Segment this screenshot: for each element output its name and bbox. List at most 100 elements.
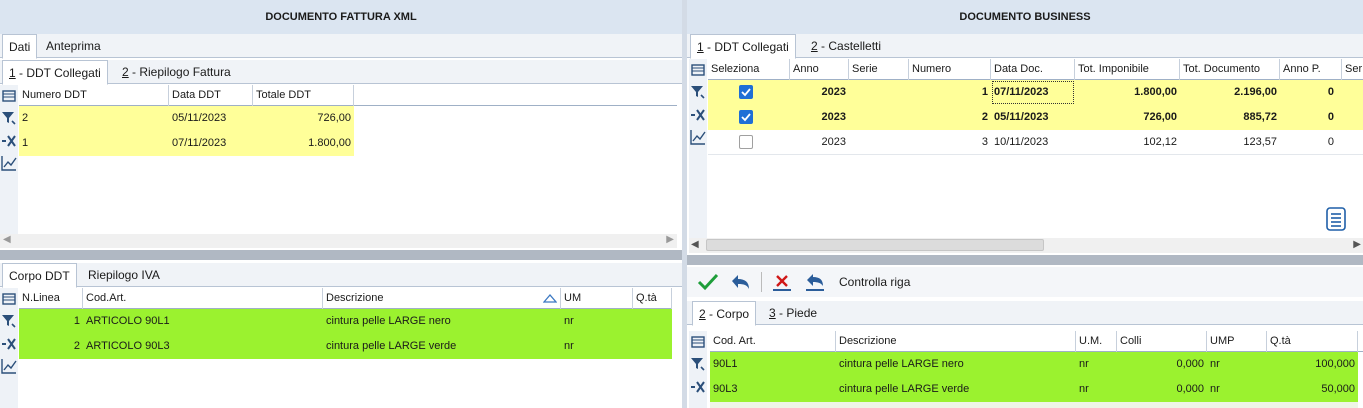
col-qta[interactable]: Q.tà — [1267, 331, 1358, 352]
col-numero[interactable]: Numero — [909, 59, 991, 80]
left-main-tabbar: Dati Anteprima — [0, 34, 682, 59]
cell-cod: 90L3 — [713, 383, 738, 395]
cell-imponibile: 102,12 — [1143, 136, 1177, 148]
col-cod-art[interactable]: Cod.Art. — [83, 288, 323, 309]
clear-filter-icon[interactable] — [1, 133, 17, 149]
tab-ddt-collegati-right[interactable]: 1 - DDT Collegati — [690, 34, 796, 59]
col-cod-art[interactable]: Cod. Art. — [710, 331, 836, 352]
clear-filter-icon[interactable] — [1, 336, 17, 352]
col-um[interactable]: U.M. — [1076, 331, 1117, 352]
filter-icon[interactable] — [1, 313, 17, 329]
table-row[interactable]: 1 ARTICOLO 90L1 cintura pelle LARGE nero… — [19, 309, 672, 334]
table-row[interactable]: 2023 1 07/11/2023 1.800,00 2.196,00 0 — [708, 80, 1363, 105]
left-upper-hscrollbar[interactable]: ◀ ▶ — [0, 234, 677, 248]
tab-riepilogo-fattura[interactable]: 2 - Riepilogo Fattura — [116, 60, 237, 84]
chart-icon[interactable] — [1, 358, 17, 374]
col-n-linea[interactable]: N.Linea — [19, 288, 83, 309]
columns-icon[interactable] — [1, 291, 17, 307]
col-data-doc[interactable]: Data Doc. — [991, 59, 1075, 80]
table-row[interactable]: 90L1 cintura pelle LARGE nero nr 0,000 n… — [710, 352, 1358, 377]
right-upper-hscrollbar[interactable]: ◀ ▶ — [689, 238, 1363, 253]
filter-icon[interactable] — [1, 110, 17, 126]
scroll-right-icon[interactable]: ▶ — [1353, 239, 1361, 250]
col-serie-p[interactable]: Ser — [1342, 59, 1363, 80]
controlla-riga-button[interactable]: Controlla riga — [839, 267, 910, 297]
col-tot-imponibile[interactable]: Tot. Imponibile — [1075, 59, 1180, 80]
cell-anno: 2023 — [821, 86, 846, 98]
filter-icon[interactable] — [690, 84, 706, 100]
col-colli[interactable]: Colli — [1117, 331, 1207, 352]
scroll-right-icon[interactable]: ▶ — [666, 234, 674, 245]
left-splitter[interactable] — [0, 250, 682, 260]
tab-anteprima[interactable]: Anteprima — [40, 34, 107, 58]
tab-castelletti[interactable]: 2 - Castelletti — [805, 34, 887, 58]
tab-ddt-collegati[interactable]: 1 - DDT Collegati — [2, 60, 108, 85]
col-seleziona[interactable]: Seleziona — [708, 59, 790, 80]
columns-icon[interactable] — [690, 62, 706, 78]
confirm-check-icon[interactable] — [697, 272, 719, 292]
tab-riepilogo-iva[interactable]: Riepilogo IVA — [82, 263, 166, 287]
scroll-thumb[interactable] — [706, 239, 1044, 251]
col-descrizione[interactable]: Descrizione — [836, 331, 1076, 352]
col-um[interactable]: UM — [561, 288, 633, 309]
left-panel-title: DOCUMENTO FATTURA XML — [0, 0, 682, 34]
panel-splitter[interactable] — [682, 0, 687, 408]
cell-data[interactable]: 07/11/2023 — [991, 80, 1075, 105]
columns-icon[interactable] — [690, 334, 706, 350]
columns-icon[interactable] — [1, 88, 17, 104]
tab-piede[interactable]: 3 - Piede — [763, 301, 823, 325]
cell-linea: 2 — [73, 340, 80, 352]
clear-filter-icon[interactable] — [690, 107, 706, 123]
sort-asc-icon[interactable] — [543, 293, 557, 303]
cell-cod: ARTICOLO 90L3 — [86, 340, 170, 352]
list-details-icon[interactable] — [1325, 207, 1347, 231]
cell-desc: cintura pelle LARGE verde — [326, 340, 457, 352]
cell-desc: cintura pelle LARGE nero — [839, 358, 964, 370]
scroll-left-icon[interactable]: ◀ — [3, 234, 11, 245]
table-row[interactable]: 2023 3 10/11/2023 102,12 123,57 0 — [708, 130, 1363, 155]
col-numero-ddt[interactable]: Numero DDT — [19, 85, 169, 106]
tab-corpo-ddt[interactable]: Corpo DDT — [2, 263, 77, 288]
cell-documento: 885,72 — [1243, 111, 1277, 123]
left-corpo-grid-header: N.Linea Cod.Art. Descrizione UM Q.tà — [19, 288, 672, 309]
cell-ump: nr — [1210, 383, 1220, 395]
chart-icon[interactable] — [1, 155, 17, 171]
tab-dati[interactable]: Dati — [2, 34, 38, 59]
cell-numero: 1 — [22, 137, 29, 149]
select-checkbox[interactable] — [739, 110, 753, 124]
col-totale-ddt[interactable]: Totale DDT — [253, 85, 354, 106]
col-qta[interactable]: Q.tà — [633, 288, 672, 309]
select-checkbox[interactable] — [739, 135, 753, 149]
tab-corpo[interactable]: 2 - Corpo — [692, 301, 757, 326]
col-data-ddt[interactable]: Data DDT — [169, 85, 253, 106]
undo-row-icon[interactable] — [804, 272, 826, 292]
table-row[interactable]: 90L3 cintura pelle LARGE verde nr 0,000 … — [710, 377, 1358, 402]
cell-totale: 726,00 — [317, 112, 351, 124]
col-anno[interactable]: Anno — [790, 59, 849, 80]
delete-row-icon[interactable] — [771, 272, 793, 292]
cell-qta: 50,000 — [1321, 383, 1355, 395]
empty-row-stub — [710, 402, 1358, 408]
right-splitter[interactable] — [687, 255, 1363, 265]
clear-filter-icon[interactable] — [690, 379, 706, 395]
col-tot-documento[interactable]: Tot. Documento — [1180, 59, 1280, 80]
cell-um: nr — [564, 340, 574, 352]
cell-numero: 2 — [981, 111, 988, 123]
select-checkbox[interactable] — [739, 85, 753, 99]
col-descrizione[interactable]: Descrizione — [323, 288, 561, 309]
right-lower-toolcol — [689, 331, 707, 408]
cell-data: 10/11/2023 — [994, 136, 1049, 148]
undo-icon[interactable] — [729, 272, 751, 292]
table-row[interactable]: 1 07/11/2023 1.800,00 — [19, 131, 354, 156]
table-row[interactable]: 2 05/11/2023 726,00 — [19, 106, 354, 131]
scroll-left-icon[interactable]: ◀ — [691, 239, 699, 250]
col-anno-p[interactable]: Anno P. — [1280, 59, 1342, 80]
filter-icon[interactable] — [690, 356, 706, 372]
col-ump[interactable]: UMP — [1207, 331, 1267, 352]
chart-icon[interactable] — [690, 129, 706, 145]
cell-numero: 1 — [981, 86, 988, 98]
table-row[interactable]: 2023 2 05/11/2023 726,00 885,72 0 — [708, 105, 1363, 130]
left-lower-toolcol — [0, 288, 18, 408]
col-serie[interactable]: Serie — [849, 59, 909, 80]
table-row[interactable]: 2 ARTICOLO 90L3 cintura pelle LARGE verd… — [19, 334, 672, 359]
